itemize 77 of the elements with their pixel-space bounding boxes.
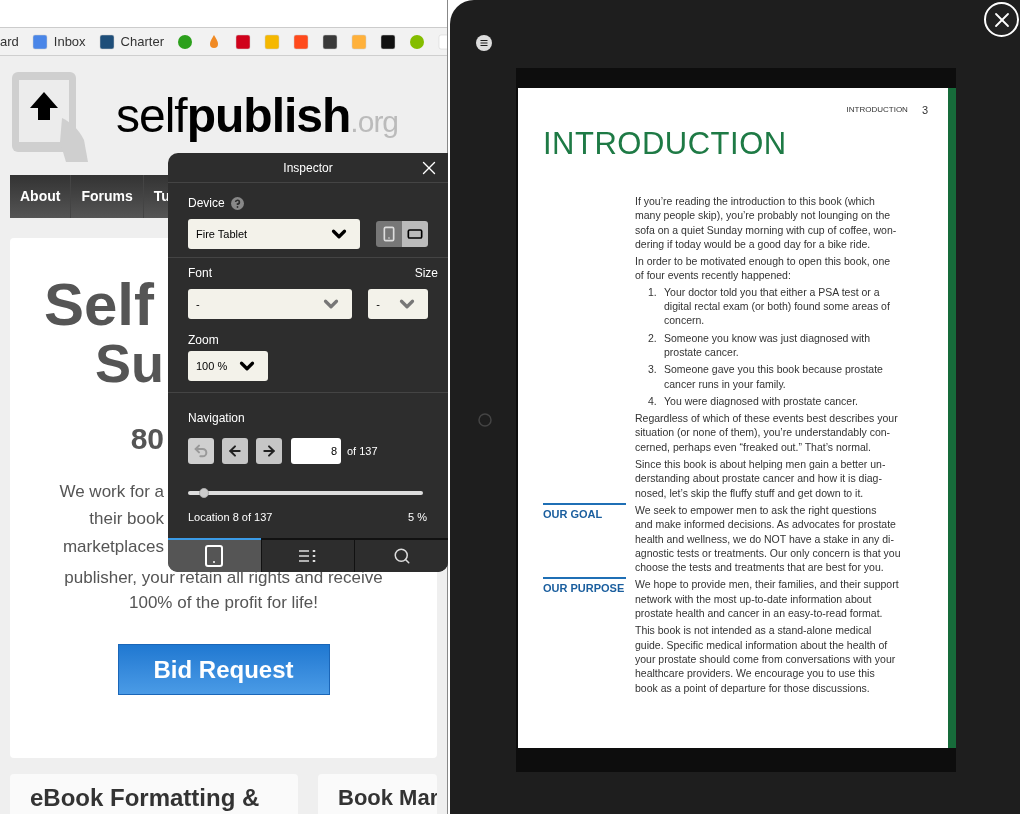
location-slider[interactable] xyxy=(188,488,423,498)
body-paragraph: In order to be motivated enough to open this book, one of four events recently happened: xyxy=(635,254,891,283)
body-paragraph: Since this book is about helping men gain a better un- derstanding about prostate cancer and how it is diag- nosed, let’s skip the fluffy stuff and get down to it. xyxy=(635,457,886,500)
nav-button[interactable] xyxy=(222,438,248,464)
panel-tab[interactable] xyxy=(260,538,355,572)
hero-text-line: We work for a xyxy=(59,482,164,502)
undo-icon xyxy=(193,443,209,459)
body-paragraph: This book is not intended as a stand-alone medical guide. Specific medical information about the health of your prostate should come from conversations with your healthcare providers. We encourage you to use this book as a point of departure for those discussions. xyxy=(635,623,896,695)
bookmark[interactable] xyxy=(379,33,396,50)
bookmark-icon xyxy=(292,33,309,50)
side-heading: OUR GOAL xyxy=(543,502,626,575)
bookmark[interactable]: Inbox xyxy=(31,31,86,52)
nav-link[interactable]: Forums xyxy=(71,175,144,218)
body-paragraph: Regardless of which of these events best describes your situation (or none of them), you’re understandably con- cerned, perhaps even “freaked out.” That’s normal. xyxy=(635,411,898,455)
hero-text-line: publisher, your retain all rights and receive xyxy=(64,568,383,588)
bookmark[interactable]: ard xyxy=(0,31,19,52)
dropdown[interactable]: 100 % xyxy=(188,351,268,381)
side-heading: OUR PURPOSE xyxy=(543,577,626,621)
hero-title: Su xyxy=(95,334,164,392)
field-label: Font xyxy=(188,265,212,278)
page-number: 3 xyxy=(921,102,928,118)
percent-text: 5 % xyxy=(408,510,427,523)
list-item-text: Your doctor told you that either a PSA test or a digital rectal exam (or both) found some areas of concern. xyxy=(664,284,890,328)
field-label: Navigation xyxy=(188,410,245,423)
landscape-button[interactable] xyxy=(402,221,428,247)
panel-title: Inspector xyxy=(283,159,333,177)
search-icon xyxy=(392,547,411,565)
panel-tab[interactable] xyxy=(354,538,448,572)
bookmark-icon xyxy=(408,33,425,50)
list-icon xyxy=(299,550,317,562)
list-number: 2. xyxy=(648,330,656,346)
slider-thumb[interactable] xyxy=(199,488,210,498)
body-paragraph: We hope to provide men, their families, and their support network with the most up-to-date information about prostate health and cancer in an easy-to-read format. xyxy=(635,577,899,621)
bookmark-icon xyxy=(263,33,280,50)
card-title: Book Mar xyxy=(338,785,437,810)
panel-tab[interactable] xyxy=(168,538,261,572)
bookmark-icon xyxy=(379,33,396,50)
field-label: Zoom xyxy=(188,332,219,345)
body-paragraph: If you’re reading the introduction to this book (which many people skip), you’re probably not lounging on the sofa on a quiet Sunday morning with cup of coffee, won- dering if today would be a good day for a bike ride. xyxy=(635,194,897,252)
page-count: of 137 xyxy=(347,443,378,459)
chapter-title: INTRODUCTION xyxy=(543,126,787,162)
location-text: Location 8 of 137 xyxy=(188,510,273,523)
list-number: 4. xyxy=(648,393,656,409)
list-item-text: Someone you know was just diagnosed with prostate cancer. xyxy=(664,330,871,360)
hero-title: Self xyxy=(43,276,154,334)
hero-text-line: their book xyxy=(89,509,164,529)
hero-text-line: marketplaces xyxy=(62,537,164,557)
bookmark-icon xyxy=(98,33,115,50)
page-input[interactable]: 8 xyxy=(291,438,341,464)
rectangle-icon xyxy=(407,226,423,242)
bookmark-icon xyxy=(176,33,193,50)
card-title: eBook Formatting & xyxy=(30,784,260,811)
phone-icon xyxy=(381,226,397,242)
bookmark-icon xyxy=(321,33,338,50)
bookmark-icon xyxy=(350,33,367,50)
hero-subtitle: 80 xyxy=(130,422,164,456)
list-item-text: You were diagnosed with prostate cancer. xyxy=(664,393,858,409)
body-paragraph: We seek to empower men to ask the right questions and make informed decisions. As advocates for prostate health and wellness, we do NOT have a stake in any di- agnostic tests or treatments. Our only concern is that you choose the tests and treatments that are best for you. xyxy=(635,502,901,575)
field-label: Size xyxy=(414,265,438,278)
bookmark[interactable] xyxy=(321,33,338,50)
help-icon[interactable] xyxy=(230,196,244,210)
field-label: Device xyxy=(188,195,225,212)
menu-icon[interactable] xyxy=(476,35,492,51)
list-number: 1. xyxy=(648,284,656,300)
bookmark-icon xyxy=(31,33,48,50)
bid-request-button[interactable]: Bid Request xyxy=(117,644,330,695)
close-button[interactable] xyxy=(984,2,1019,37)
bookmark-icon xyxy=(234,33,251,50)
bookmark[interactable]: Charter xyxy=(98,31,164,52)
hero-text-line: 100% of the profit for life! xyxy=(129,593,318,613)
list-number: 3. xyxy=(648,362,656,378)
nav-link[interactable]: About xyxy=(10,175,72,218)
running-head: INTRODUCTION xyxy=(846,104,908,116)
dropdown[interactable]: Fire Tablet xyxy=(188,219,360,249)
list-item-text: Someone gave you this book because prostate cancer runs in your family. xyxy=(664,362,883,391)
right-arrow-icon xyxy=(261,443,277,459)
nav-button[interactable] xyxy=(256,438,282,464)
